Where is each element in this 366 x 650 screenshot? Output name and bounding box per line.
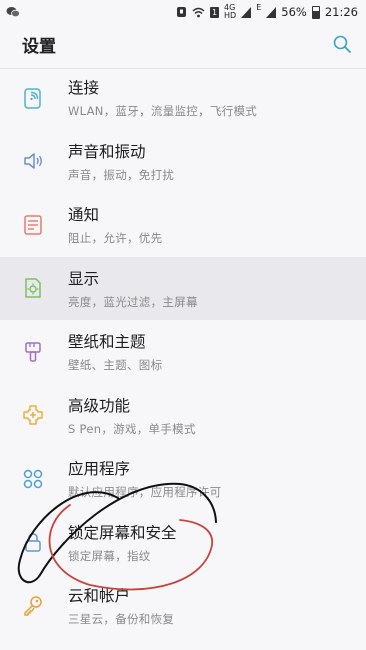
wifi-phone-icon xyxy=(24,88,41,109)
item-subtitle: 阻止，允许，优先 xyxy=(68,231,163,246)
item-title: 壁纸和主题 xyxy=(68,333,146,352)
speaker-icon xyxy=(24,153,42,169)
battery-percent: 56% xyxy=(281,5,307,19)
page-title: 设置 xyxy=(22,36,56,57)
item-subtitle: 壁纸、主题、图标 xyxy=(68,358,163,373)
item-title: 通知 xyxy=(68,206,100,225)
search-icon[interactable] xyxy=(332,34,352,54)
status-bar: 1 4G HD E 56% 21:26 xyxy=(0,0,366,24)
settings-item-cloud[interactable]: 云和帐户 三星云，备份和恢复 xyxy=(0,574,366,638)
settings-item-apps[interactable]: 应用程序 默认应用程序，应用程序许可 xyxy=(0,447,366,511)
settings-item-wallpaper[interactable]: 壁纸和主题 壁纸、主题、图标 xyxy=(0,320,366,384)
lock-icon xyxy=(25,533,41,552)
display-icon xyxy=(25,278,41,298)
item-subtitle: 锁定屏幕，指纹 xyxy=(68,548,151,563)
alarm-icon xyxy=(177,7,187,17)
paintbrush-icon xyxy=(25,342,41,362)
item-title: 应用程序 xyxy=(68,460,131,479)
key-icon xyxy=(24,596,42,616)
item-subtitle: 声音，振动，免打扰 xyxy=(68,167,175,182)
network-hd: HD xyxy=(224,11,237,20)
settings-item-sound[interactable]: 声音和振动 声音，振动，免打扰 xyxy=(0,130,366,194)
settings-item-advanced[interactable]: 高级功能 S Pen，游戏，单手模式 xyxy=(0,384,366,448)
settings-list: 连接 WLAN，蓝牙，流量监控，飞行模式 声音和振动 声音，振动，免打扰 通知 … xyxy=(0,66,366,638)
settings-item-connections[interactable]: 连接 WLAN，蓝牙，流量监控，飞行模式 xyxy=(0,66,366,130)
status-left xyxy=(6,6,20,18)
signal-icon-2 xyxy=(266,6,277,18)
sim-badge: 1 xyxy=(210,6,220,18)
item-title: 云和帐户 xyxy=(68,587,131,606)
wifi-icon xyxy=(192,7,205,17)
header: 设置 xyxy=(0,24,366,64)
item-subtitle: 默认应用程序，应用程序许可 xyxy=(68,485,222,500)
notification-icon xyxy=(24,215,42,235)
advanced-features-icon xyxy=(23,405,43,425)
network-type: 4G HD xyxy=(224,4,236,20)
wechat-icon xyxy=(6,7,20,18)
item-title: 锁定屏幕和安全 xyxy=(68,523,177,542)
clock: 21:26 xyxy=(324,5,358,19)
item-subtitle: 三星云，备份和恢复 xyxy=(68,612,175,627)
signal-e: E xyxy=(256,3,262,12)
item-title: 高级功能 xyxy=(68,396,131,415)
battery-icon xyxy=(311,5,320,19)
item-title: 连接 xyxy=(68,79,100,98)
item-subtitle: WLAN，蓝牙，流量监控，飞行模式 xyxy=(68,104,258,119)
status-right: 1 4G HD E 56% 21:26 xyxy=(176,4,358,20)
settings-item-lockscreen[interactable]: 锁定屏幕和安全 锁定屏幕，指纹 xyxy=(0,511,366,575)
item-subtitle: 亮度，蓝光过滤，主屏幕 xyxy=(68,294,198,309)
signal-icon-1 xyxy=(241,6,252,18)
apps-icon xyxy=(23,469,43,488)
item-title: 显示 xyxy=(68,269,100,288)
item-title: 声音和振动 xyxy=(68,142,146,161)
settings-item-notifications[interactable]: 通知 阻止，允许，优先 xyxy=(0,193,366,257)
settings-item-display[interactable]: 显示 亮度，蓝光过滤，主屏幕 xyxy=(0,256,366,320)
item-subtitle: S Pen，游戏，单手模式 xyxy=(68,421,196,436)
